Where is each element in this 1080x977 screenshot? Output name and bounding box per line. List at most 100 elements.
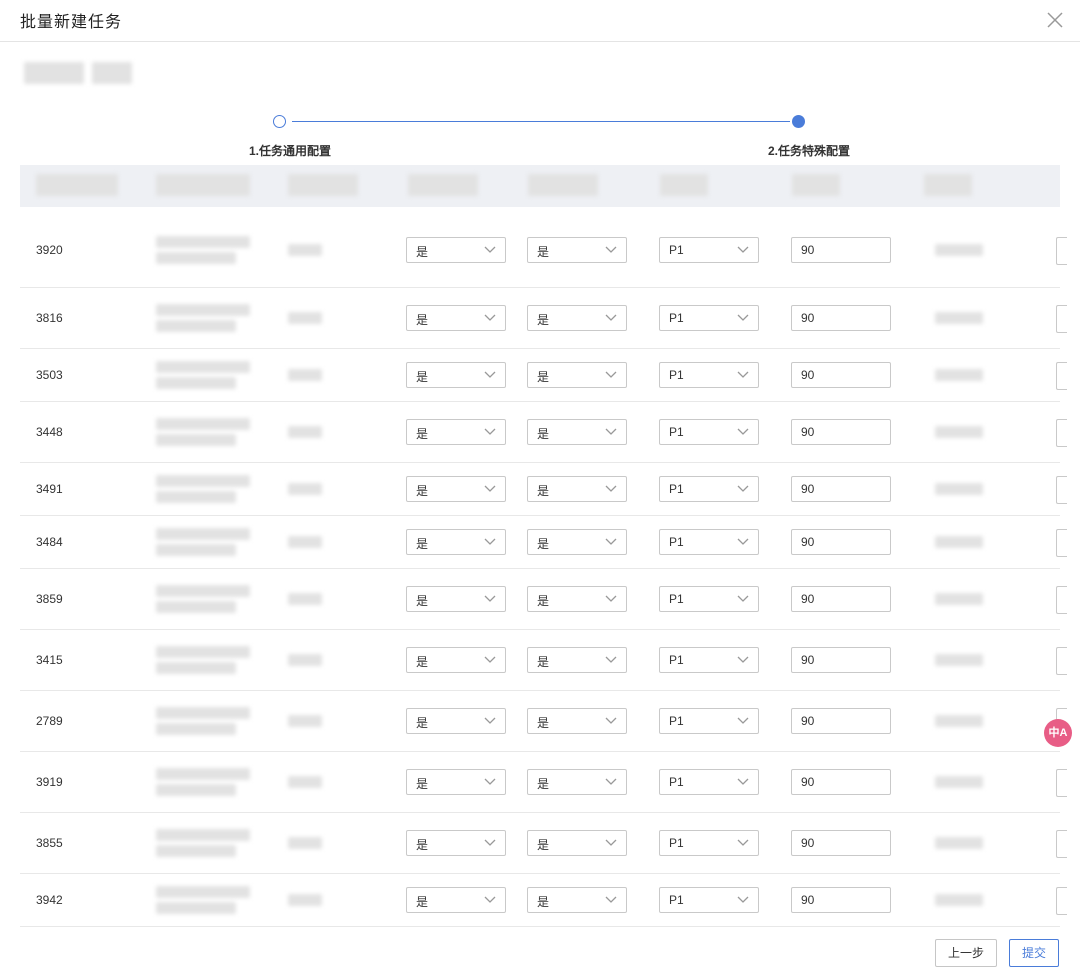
select-col2[interactable]: 是 — [527, 708, 627, 734]
priority-select[interactable]: P1 — [659, 305, 759, 331]
select-col2[interactable]: 是 — [527, 476, 627, 502]
blurred-cell — [288, 654, 322, 666]
select-col2[interactable]: 是 — [527, 887, 627, 913]
blurred-cell — [156, 601, 236, 613]
blurred-cell — [156, 377, 236, 389]
chevron-down-icon — [737, 371, 749, 378]
blurred-cell — [156, 491, 236, 503]
select-col1[interactable]: 是 — [406, 769, 506, 795]
priority-select[interactable]: P1 — [659, 476, 759, 502]
days-input[interactable]: 90 — [791, 769, 891, 795]
translate-badge[interactable]: 中A — [1044, 719, 1072, 747]
blurred-cell — [156, 585, 250, 597]
priority-select[interactable]: P1 — [659, 830, 759, 856]
chevron-down-icon — [605, 778, 617, 785]
chevron-down-icon — [484, 717, 496, 724]
priority-select[interactable]: P1 — [659, 586, 759, 612]
select-col2[interactable]: 是 — [527, 305, 627, 331]
blurred-cell — [288, 837, 322, 849]
blurred-cell — [935, 715, 983, 727]
select-col1[interactable]: 是 — [406, 362, 506, 388]
chevron-down-icon — [484, 314, 496, 321]
select-col2[interactable]: 是 — [527, 830, 627, 856]
select-col1[interactable]: 是 — [406, 476, 506, 502]
days-input[interactable]: 90 — [791, 476, 891, 502]
chevron-down-icon — [484, 595, 496, 602]
chevron-down-icon — [605, 428, 617, 435]
blurred-cell — [935, 483, 983, 495]
task-id: 3448 — [36, 425, 63, 439]
select-col2[interactable]: 是 — [527, 586, 627, 612]
cut-off-input[interactable] — [1056, 237, 1067, 265]
blurred-cell — [288, 244, 322, 256]
cut-off-input[interactable] — [1056, 647, 1067, 675]
days-input[interactable]: 90 — [791, 887, 891, 913]
priority-select[interactable]: P1 — [659, 362, 759, 388]
select-col1[interactable]: 是 — [406, 419, 506, 445]
task-id: 3919 — [36, 775, 63, 789]
table-row: 3919 是是 P1 90 — [20, 751, 1067, 813]
step-1-label[interactable]: 1.任务通用配置 — [249, 142, 331, 159]
chevron-down-icon — [737, 314, 749, 321]
priority-select[interactable]: P1 — [659, 887, 759, 913]
submit-button[interactable]: 提交 — [1009, 939, 1059, 967]
blurred-cell — [935, 369, 983, 381]
table-row: 3920 是是 P1 90 — [20, 212, 1067, 288]
cut-off-input[interactable] — [1056, 887, 1067, 915]
select-col2[interactable]: 是 — [527, 647, 627, 673]
select-col2[interactable]: 是 — [527, 529, 627, 555]
days-input[interactable]: 90 — [791, 586, 891, 612]
priority-select[interactable]: P1 — [659, 237, 759, 263]
days-input[interactable]: 90 — [791, 419, 891, 445]
step-2-label[interactable]: 2.任务特殊配置 — [768, 142, 850, 159]
chevron-down-icon — [605, 485, 617, 492]
blurred-cell — [935, 654, 983, 666]
table-row: 3484 是是 P1 90 — [20, 515, 1067, 569]
days-input[interactable]: 90 — [791, 305, 891, 331]
select-col2[interactable]: 是 — [527, 419, 627, 445]
select-col1[interactable]: 是 — [406, 830, 506, 856]
cut-off-input[interactable] — [1056, 362, 1067, 390]
days-input[interactable]: 90 — [791, 529, 891, 555]
cut-off-input[interactable] — [1056, 305, 1067, 333]
select-col1[interactable]: 是 — [406, 305, 506, 331]
prev-step-button[interactable]: 上一步 — [935, 939, 997, 967]
select-col2[interactable]: 是 — [527, 769, 627, 795]
cut-off-input[interactable] — [1056, 586, 1067, 614]
step-2-dot[interactable] — [792, 115, 805, 128]
select-col1[interactable]: 是 — [406, 647, 506, 673]
cut-off-input[interactable] — [1056, 830, 1067, 858]
close-icon[interactable] — [1044, 9, 1066, 31]
chevron-down-icon — [484, 896, 496, 903]
cut-off-input[interactable] — [1056, 419, 1067, 447]
chevron-down-icon — [605, 595, 617, 602]
priority-select[interactable]: P1 — [659, 419, 759, 445]
blurred-cell — [935, 312, 983, 324]
table-row: 3942 是是 P1 90 — [20, 873, 1067, 927]
cut-off-input[interactable] — [1056, 529, 1067, 557]
days-input[interactable]: 90 — [791, 362, 891, 388]
select-col2[interactable]: 是 — [527, 237, 627, 263]
blurred-cell — [288, 536, 322, 548]
blurred-cell — [156, 320, 236, 332]
priority-select[interactable]: P1 — [659, 769, 759, 795]
select-col1[interactable]: 是 — [406, 529, 506, 555]
select-col2[interactable]: 是 — [527, 362, 627, 388]
select-col1[interactable]: 是 — [406, 887, 506, 913]
priority-select[interactable]: P1 — [659, 529, 759, 555]
select-col1[interactable]: 是 — [406, 237, 506, 263]
chevron-down-icon — [605, 656, 617, 663]
select-col1[interactable]: 是 — [406, 586, 506, 612]
cut-off-input[interactable] — [1056, 769, 1067, 797]
days-input[interactable]: 90 — [791, 708, 891, 734]
table-row: 2789 是是 P1 90 — [20, 690, 1067, 752]
days-input[interactable]: 90 — [791, 647, 891, 673]
cut-off-input[interactable] — [1056, 476, 1067, 504]
select-col1[interactable]: 是 — [406, 708, 506, 734]
days-input[interactable]: 90 — [791, 237, 891, 263]
days-input[interactable]: 90 — [791, 830, 891, 856]
chevron-down-icon — [605, 314, 617, 321]
priority-select[interactable]: P1 — [659, 647, 759, 673]
step-1-dot[interactable] — [273, 115, 286, 128]
priority-select[interactable]: P1 — [659, 708, 759, 734]
